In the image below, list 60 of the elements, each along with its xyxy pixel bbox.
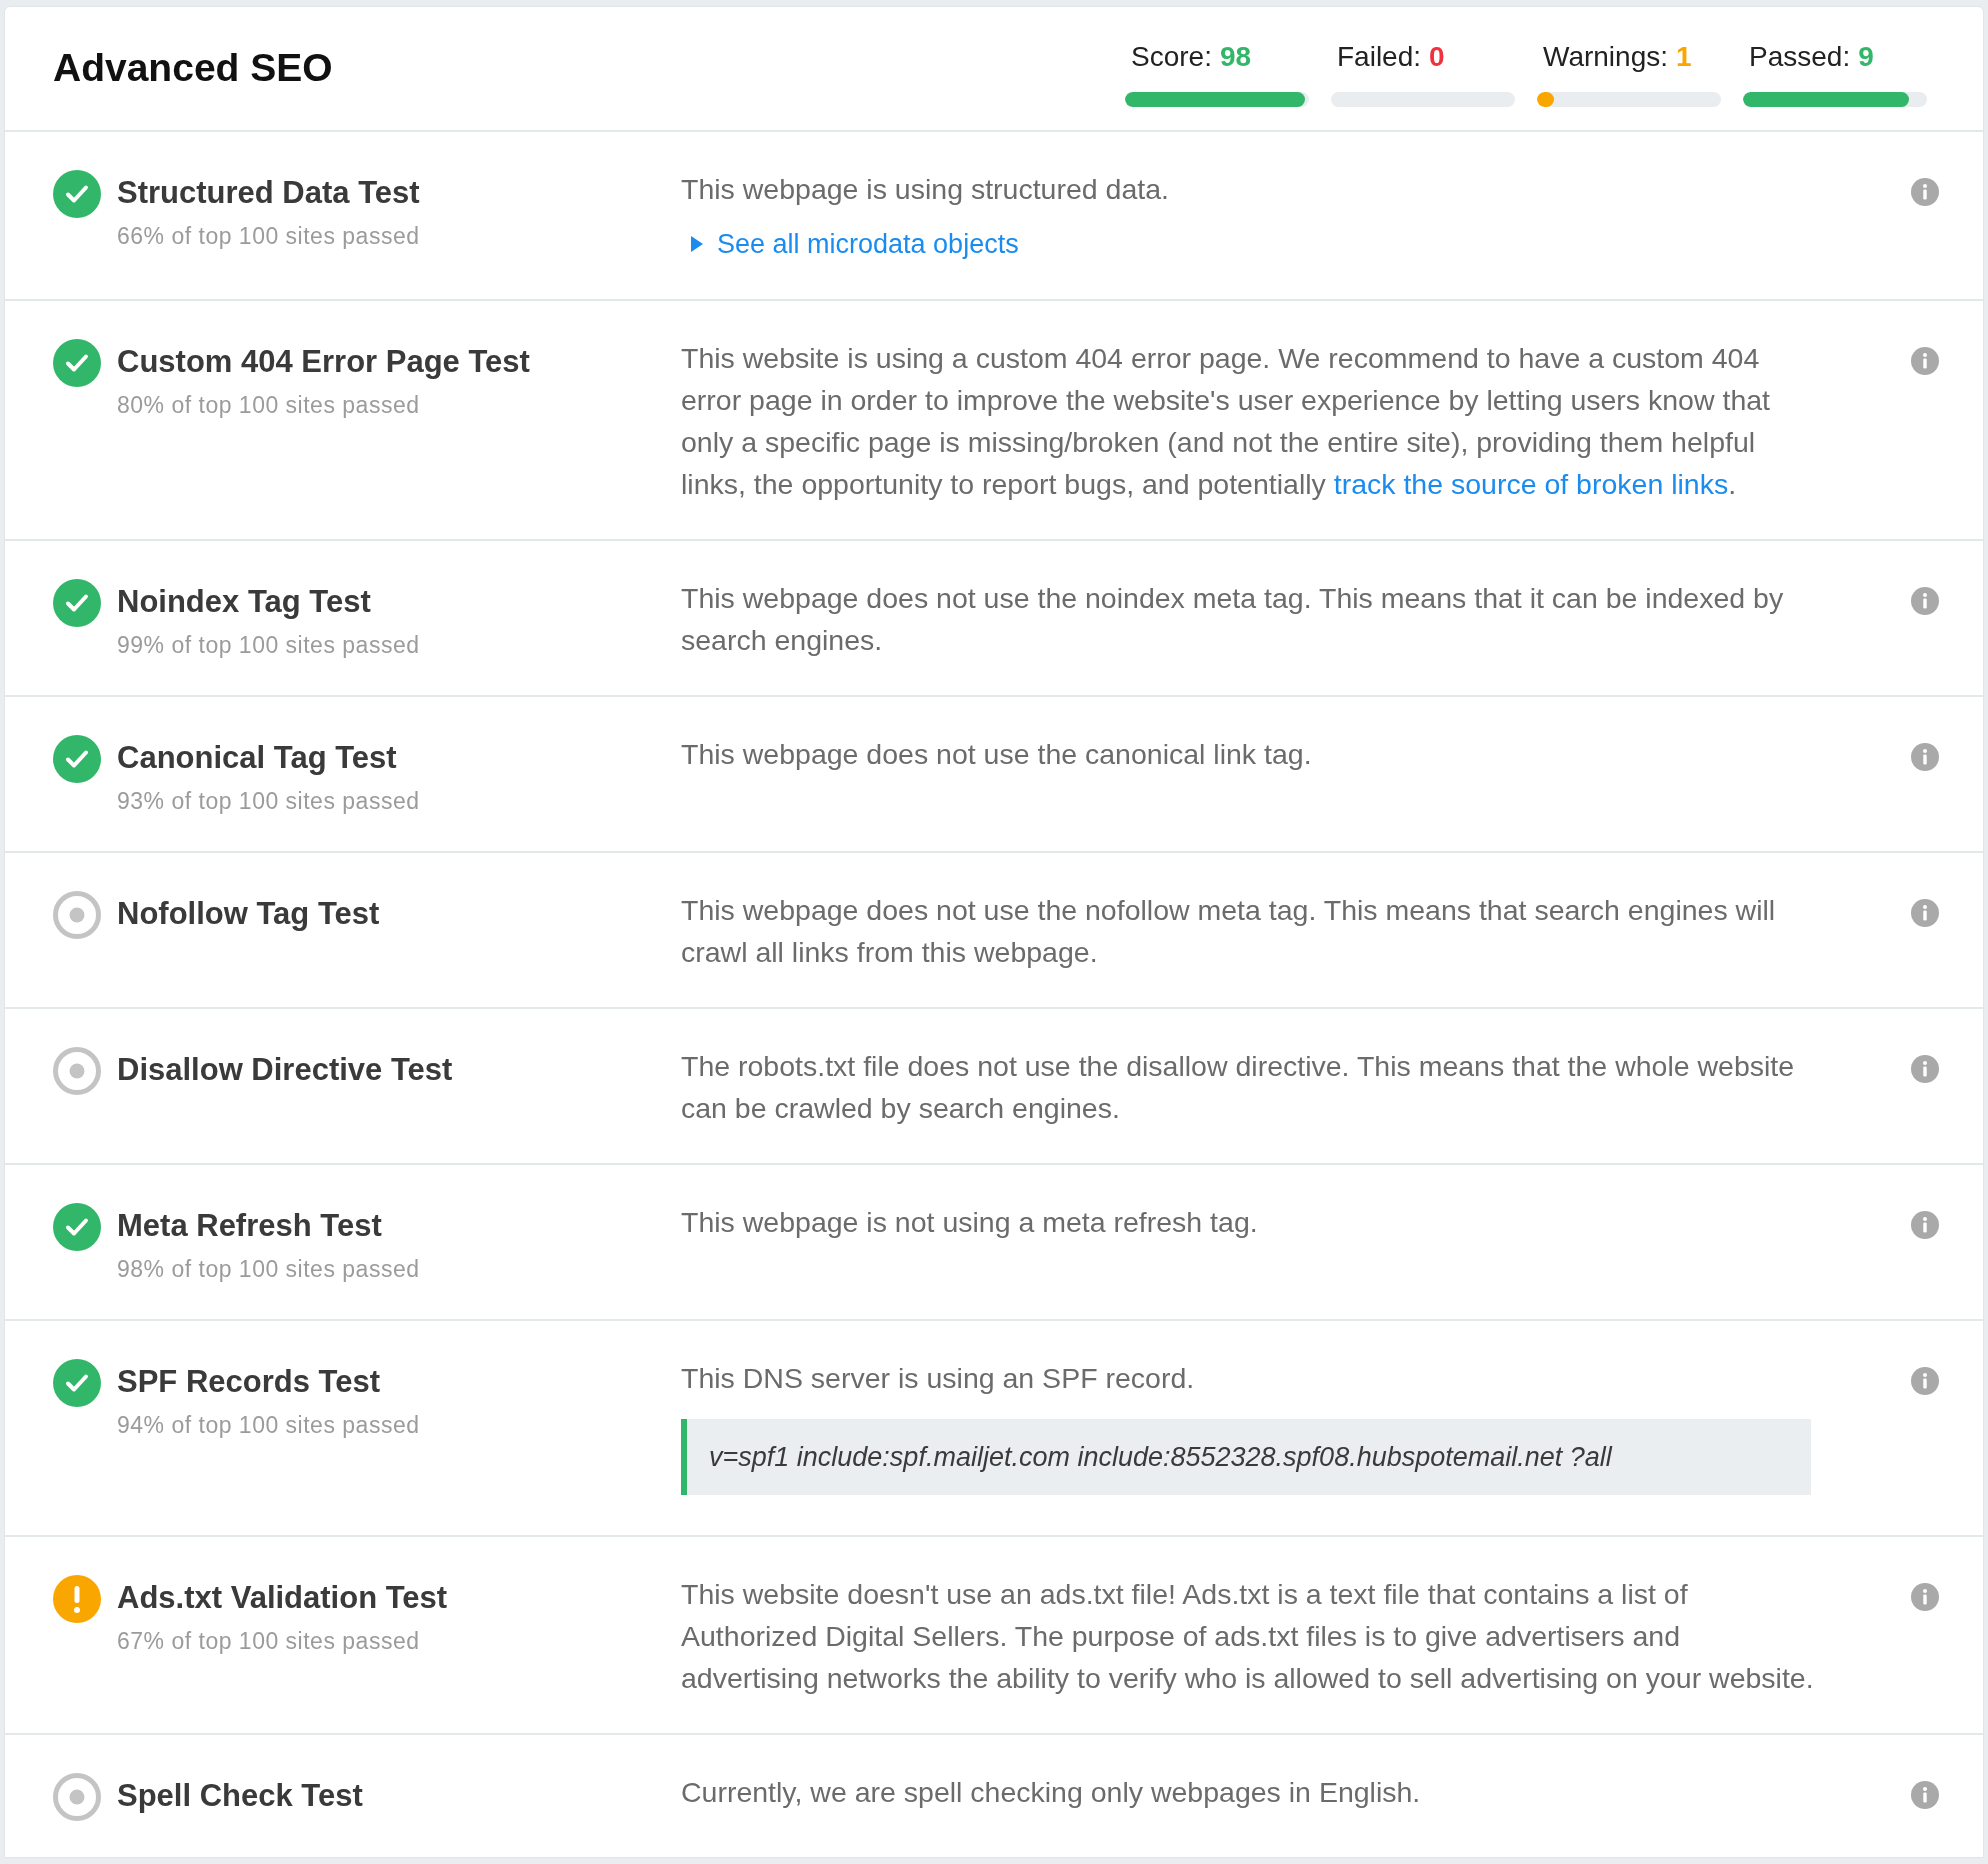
info-icon[interactable] xyxy=(1911,742,1939,771)
test-description: This webpage is not using a meta refresh tag. xyxy=(681,1204,1259,1240)
test-name: Nofollow Tag Test xyxy=(117,894,380,933)
check-icon xyxy=(53,1202,101,1251)
caret-icon xyxy=(691,236,703,253)
stat-value: 9 xyxy=(1858,40,1874,74)
test-name: Spell Check Test xyxy=(117,1777,363,1815)
pass-rate-text: 98% of top 100 sites passed xyxy=(117,1254,420,1284)
radio-dot-icon xyxy=(53,1773,101,1821)
info-icon[interactable] xyxy=(1911,1210,1939,1239)
stat-label: Warnings: xyxy=(1543,40,1668,74)
test-description: This webpage does not use the noindex meta tag. This means that it can be indexed by search engines. xyxy=(681,580,1785,658)
check-icon xyxy=(53,1358,101,1407)
test-name: Meta Refresh Test xyxy=(117,1206,383,1245)
pass-rate-text: 99% of top 100 sites passed xyxy=(117,630,420,660)
test-description: This website doesn't use an ads.txt file! Ads.txt is a text file that contains a list of Authorized Digital Sellers. The purpose of ads.txt files is to give advertisers and advertising networks the ability to verify who is allowed to sell advertising on your website. xyxy=(681,1577,1815,1696)
info-icon[interactable] xyxy=(1911,346,1939,375)
info-icon[interactable] xyxy=(1911,898,1939,927)
test-name: Custom 404 Error Page Test xyxy=(117,342,530,381)
link[interactable]: track the source of broken links xyxy=(1333,467,1729,500)
stat-label: Passed: xyxy=(1749,40,1851,74)
test-name: Noindex Tag Test xyxy=(117,582,372,621)
radio-dot-icon xyxy=(53,890,101,939)
stat-value: 0 xyxy=(1429,40,1445,74)
stat-value: 1 xyxy=(1676,40,1692,74)
test-name: SPF Records Test xyxy=(117,1362,381,1401)
test-description: This webpage does not use the nofollow meta tag. This means that search engines will crawl all links from this webpage. xyxy=(681,892,1777,970)
test-description: This webpage does not use the canonical link tag. xyxy=(681,736,1313,772)
code-block: v=spf1 include:spf.mailjet.com include:8552328.spf08.hubspotemail.net ?all xyxy=(681,1418,1811,1495)
section-title: Advanced SEO xyxy=(53,45,333,92)
check-icon xyxy=(53,578,101,627)
test-name: Structured Data Test xyxy=(117,174,420,212)
info-icon[interactable] xyxy=(1911,178,1939,206)
test-name: Canonical Tag Test xyxy=(117,738,398,777)
test-description: This webpage is using structured data. xyxy=(681,172,1170,207)
pass-rate-text: 80% of top 100 sites passed xyxy=(117,390,421,420)
stat-value: 98 xyxy=(1219,40,1252,74)
radio-dot-icon xyxy=(53,1046,101,1095)
pass-rate-text: 94% of top 100 sites passed xyxy=(117,1410,420,1440)
test-description: This website is using a custom 404 error page. We recommend to have a custom 404 error page in order to improve the website's user experience by letting users know that only a specific page is missing/broken (and not the entire site), providing them helpful links, the opportunity to report bugs, and potentially track the source of broken links. xyxy=(681,340,1771,502)
check-icon xyxy=(53,170,101,218)
info-icon[interactable] xyxy=(1911,586,1939,615)
pass-rate-text: 67% of top 100 sites passed xyxy=(117,1627,421,1656)
info-icon[interactable] xyxy=(1911,1781,1939,1809)
check-icon xyxy=(53,734,101,783)
info-icon[interactable] xyxy=(1911,1583,1939,1611)
pass-rate-text: 66% of top 100 sites passed xyxy=(117,222,420,251)
test-description: This DNS server is using an SPF record. xyxy=(681,1360,1196,1396)
info-icon[interactable] xyxy=(1911,1366,1939,1395)
stat-label: Failed: xyxy=(1337,40,1422,74)
expand-link[interactable]: See all microdata objects xyxy=(691,224,1019,265)
stat-label: Score: xyxy=(1131,40,1212,74)
test-name: Ads.txt Validation Test xyxy=(117,1579,448,1617)
test-name: Disallow Directive Test xyxy=(117,1050,453,1089)
test-description: The robots.txt file does not use the disallow directive. This means that the whole website can be crawled by search engines. xyxy=(681,1048,1796,1126)
test-description: Currently, we are spell checking only webpages in English. xyxy=(681,1775,1422,1810)
check-icon xyxy=(53,338,101,387)
info-icon[interactable] xyxy=(1911,1054,1939,1083)
warning-icon xyxy=(53,1575,101,1623)
pass-rate-text: 93% of top 100 sites passed xyxy=(117,786,420,816)
